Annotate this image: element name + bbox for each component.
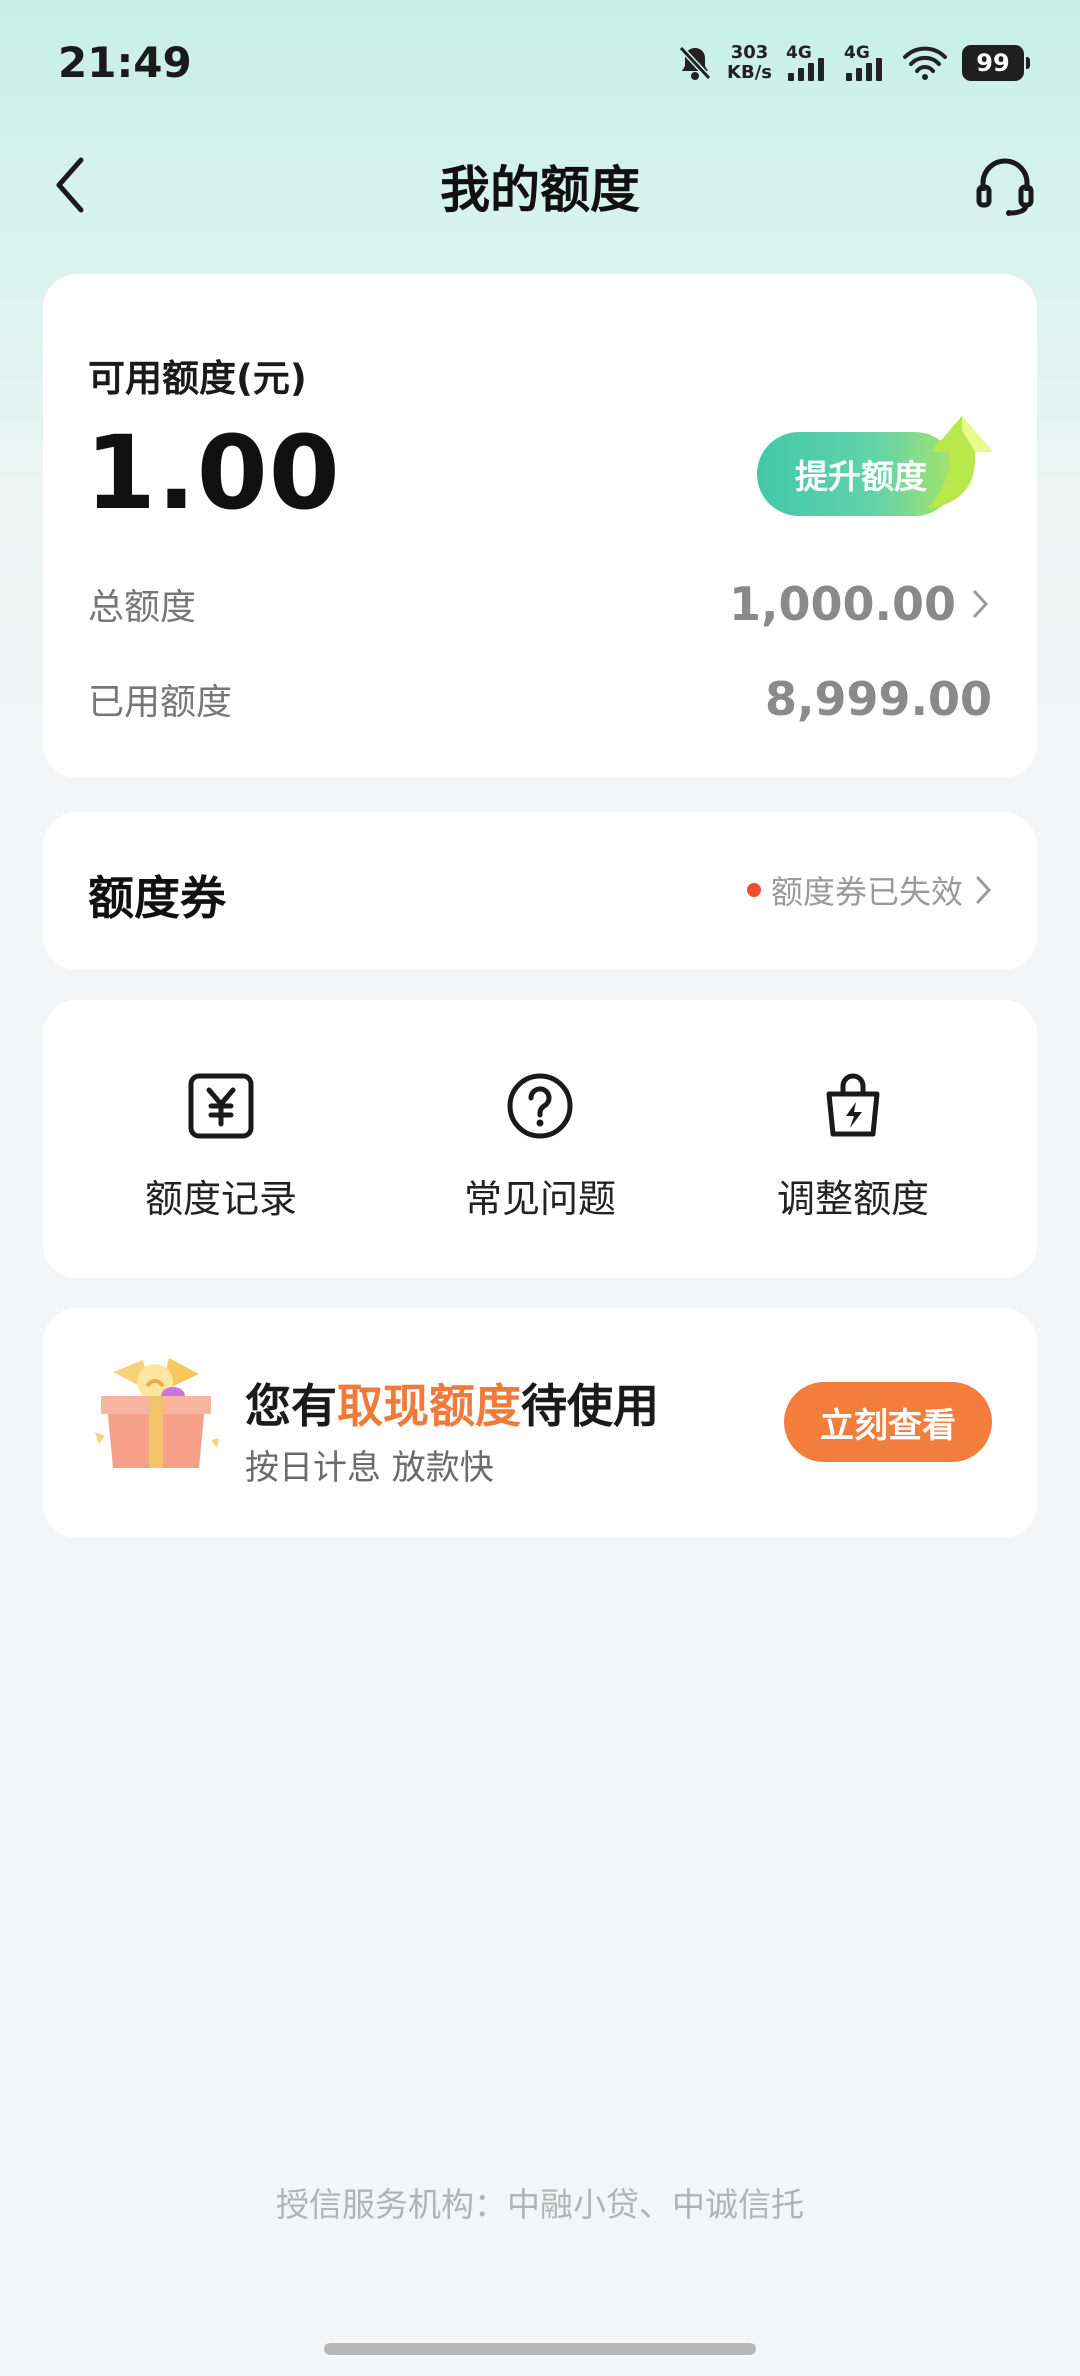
- page-title: 我的额度: [440, 161, 640, 219]
- chevron-right-icon: [973, 590, 989, 618]
- coupon-status-text: 额度券已失效: [770, 873, 963, 911]
- gift-box-icon: [95, 1358, 219, 1468]
- promo-subtitle: 按日计息 放款快: [245, 1448, 494, 1488]
- faq-button[interactable]: 常见问题: [390, 1070, 690, 1223]
- status-time: 21:49: [58, 38, 192, 87]
- total-quota-row[interactable]: 总额度 1,000.00: [88, 574, 992, 634]
- available-quota-amount: 1.00: [85, 414, 341, 533]
- question-circle-icon: [507, 1073, 573, 1139]
- wifi-icon: [903, 46, 947, 80]
- quota-records-button[interactable]: 额度记录: [71, 1070, 371, 1223]
- chevron-right-icon: [976, 876, 992, 904]
- status-icons: 303 KB/s 4G 4G 99: [677, 40, 1030, 86]
- status-dot: [746, 883, 761, 897]
- view-now-button[interactable]: 立刻查看: [784, 1382, 992, 1462]
- nav-bar: 我的额度: [0, 140, 1080, 230]
- adjust-quota-label: 调整额度: [776, 1177, 929, 1221]
- promo-title-prefix: 您有: [245, 1379, 337, 1433]
- available-quota-label: 可用额度(元): [88, 357, 307, 400]
- up-arrow-icon: [927, 416, 993, 508]
- lightning-bag-icon: [826, 1073, 880, 1137]
- total-quota-label: 总额度: [88, 587, 197, 628]
- quota-records-label: 额度记录: [144, 1177, 297, 1221]
- used-quota-row: 已用额度 8,999.00: [88, 669, 992, 729]
- signal-sim2-icon: 4G: [844, 43, 888, 83]
- network-speed-unit: KB/s: [727, 62, 772, 83]
- shortcut-grid: 额度记录 常见问题 调整额度: [43, 1000, 1037, 1278]
- quota-card: 可用额度(元) 1.00 提升额度 总额度 1,000.00 已用额度 8,99…: [43, 274, 1037, 778]
- promo-title-suffix: 待使用: [521, 1379, 659, 1433]
- network-speed-value: 303: [730, 42, 769, 63]
- home-indicator[interactable]: [324, 2343, 756, 2355]
- credit-institutions-note: 授信服务机构：中融小贷、中诚信托: [276, 2185, 804, 2224]
- adjust-quota-button[interactable]: 调整额度: [703, 1070, 1003, 1223]
- yuan-receipt-icon: [188, 1073, 254, 1139]
- cash-quota-promo[interactable]: 您有取现额度待使用 按日计息 放款快 立刻查看: [43, 1308, 1037, 1538]
- faq-label: 常见问题: [463, 1177, 616, 1221]
- battery-indicator: 99: [962, 45, 1030, 81]
- used-quota-label: 已用额度: [88, 682, 233, 723]
- signal-sim1-icon: 4G: [786, 43, 830, 83]
- network-speed: 303 KB/s: [727, 43, 772, 83]
- mute-bell-icon: [678, 45, 712, 81]
- status-bar: 21:49 303 KB/s 4G 4G 99: [0, 0, 1080, 130]
- promo-title-highlight: 取现额度: [337, 1379, 521, 1433]
- promo-title: 您有取现额度待使用: [245, 1370, 659, 1436]
- coupon-status: 额度券已失效: [746, 867, 995, 913]
- quota-coupon-row[interactable]: 额度券 额度券已失效: [43, 812, 1037, 970]
- headset-icon: [976, 158, 1034, 216]
- customer-service-button[interactable]: [970, 150, 1040, 220]
- coupon-title: 额度券: [88, 871, 226, 925]
- total-quota-value: 1,000.00: [729, 577, 956, 631]
- raise-quota-button[interactable]: 提升额度: [757, 414, 1007, 516]
- used-quota-value: 8,999.00: [765, 672, 992, 726]
